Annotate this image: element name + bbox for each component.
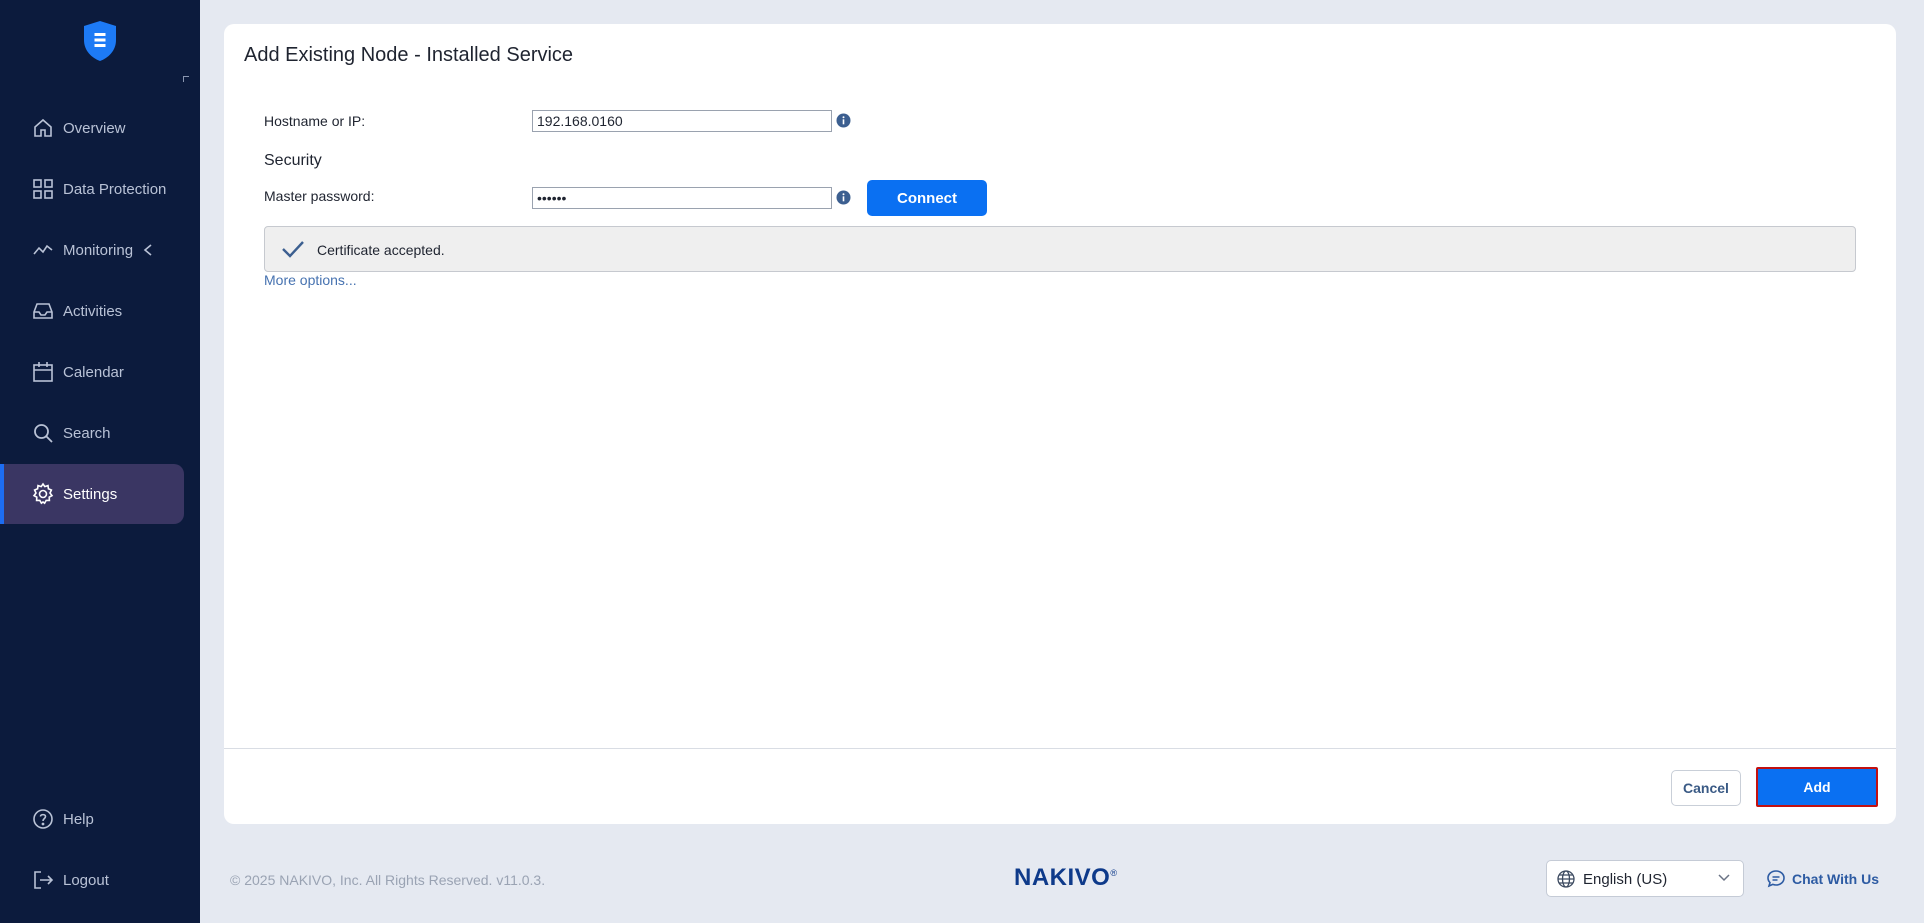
language-value: English (US) bbox=[1583, 871, 1668, 888]
sidebar-item-activities[interactable]: Activities bbox=[0, 281, 184, 341]
globe-icon bbox=[1557, 870, 1575, 888]
search-icon bbox=[30, 420, 56, 446]
sidebar-item-label: Help bbox=[63, 810, 94, 828]
dialog-title: Add Existing Node - Installed Service bbox=[244, 44, 574, 66]
nakivo-shield-logo-icon[interactable] bbox=[82, 20, 118, 62]
grid-icon bbox=[30, 176, 56, 202]
home-icon bbox=[30, 115, 56, 141]
sidebar-item-logout[interactable]: Logout bbox=[0, 850, 184, 910]
cancel-button[interactable]: Cancel bbox=[1671, 770, 1741, 806]
chat-with-us-link[interactable]: Chat With Us bbox=[1766, 868, 1879, 890]
connect-button[interactable]: Connect bbox=[867, 180, 987, 216]
sidebar-item-label: Calendar bbox=[63, 363, 124, 381]
add-node-dialog: Add Existing Node - Installed Service Ho… bbox=[224, 24, 1896, 824]
sidebar-item-label: Data Protection bbox=[63, 180, 167, 198]
sidebar-item-calendar[interactable]: Calendar bbox=[0, 342, 184, 402]
gear-icon bbox=[30, 481, 56, 507]
more-options-link[interactable]: More options... bbox=[264, 272, 357, 288]
language-select[interactable]: English (US) bbox=[1546, 860, 1744, 897]
activity-line-icon bbox=[30, 237, 56, 263]
sidebar-item-data-protection[interactable]: Data Protection bbox=[0, 159, 184, 219]
sidebar-item-label: Search bbox=[63, 424, 111, 442]
sidebar: Overview Data Protection Monitoring Acti… bbox=[0, 0, 200, 923]
master-password-label: Master password: bbox=[264, 188, 375, 204]
logout-icon bbox=[30, 867, 56, 893]
sidebar-item-help[interactable]: Help bbox=[0, 789, 184, 849]
sidebar-item-settings[interactable]: Settings bbox=[0, 464, 184, 524]
info-icon[interactable] bbox=[836, 190, 851, 205]
info-icon[interactable] bbox=[836, 113, 851, 128]
checkmark-icon bbox=[282, 241, 304, 258]
help-circle-icon bbox=[30, 806, 56, 832]
sidebar-item-search[interactable]: Search bbox=[0, 403, 184, 463]
hostname-label: Hostname or IP: bbox=[264, 113, 366, 129]
sidebar-collapse-icon[interactable] bbox=[183, 76, 189, 82]
brand-name: NAKIVO bbox=[1014, 864, 1111, 891]
master-password-input[interactable] bbox=[532, 187, 832, 209]
chat-bubble-icon bbox=[1767, 870, 1785, 888]
sidebar-item-label: Activities bbox=[63, 302, 123, 320]
chat-label: Chat With Us bbox=[1792, 871, 1879, 887]
copyright-text: © 2025 NAKIVO, Inc. All Rights Reserved.… bbox=[230, 872, 546, 888]
calendar-icon bbox=[30, 359, 56, 385]
add-button[interactable]: Add bbox=[1756, 767, 1878, 807]
chevron-down-icon bbox=[1718, 874, 1730, 882]
sidebar-item-label: Logout bbox=[63, 871, 109, 889]
sidebar-item-label: Monitoring bbox=[63, 241, 134, 259]
sidebar-item-label: Settings bbox=[63, 485, 118, 503]
certificate-status-banner: Certificate accepted. bbox=[264, 226, 1856, 272]
security-section-title: Security bbox=[264, 152, 322, 169]
dialog-footer-divider bbox=[224, 748, 1896, 749]
chevron-left-icon[interactable] bbox=[143, 244, 153, 256]
sidebar-item-label: Overview bbox=[63, 119, 126, 137]
sidebar-item-overview[interactable]: Overview bbox=[0, 98, 184, 158]
nakivo-brand-logo: NAKIVO® bbox=[1014, 864, 1117, 892]
hostname-input[interactable] bbox=[532, 110, 832, 132]
registered-mark: ® bbox=[1110, 868, 1118, 878]
sidebar-item-monitoring[interactable]: Monitoring bbox=[0, 220, 184, 280]
certificate-message: Certificate accepted. bbox=[317, 242, 445, 258]
inbox-icon bbox=[30, 298, 56, 324]
